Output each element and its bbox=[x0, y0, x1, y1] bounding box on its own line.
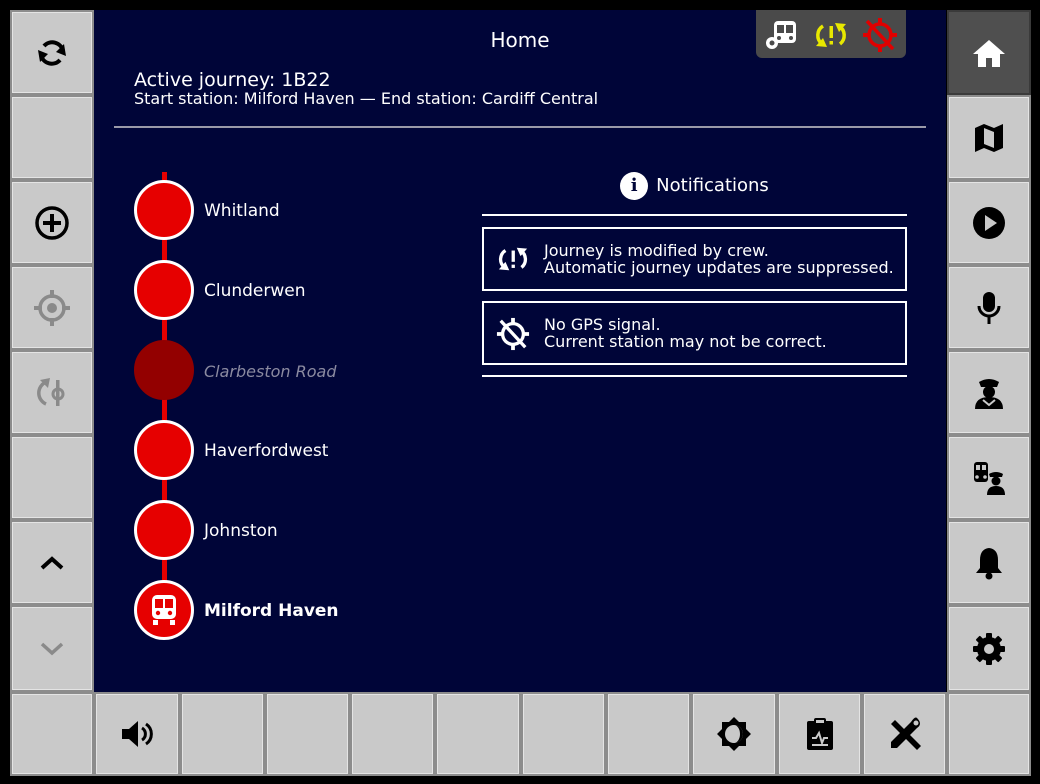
tools-icon bbox=[890, 717, 921, 750]
chevron-up-icon bbox=[40, 555, 64, 569]
bell-icon bbox=[976, 547, 1002, 579]
train-staff-icon bbox=[974, 461, 1005, 495]
microphone-button[interactable] bbox=[947, 265, 1031, 350]
notification-line-2: Automatic journey updates are suppressed… bbox=[544, 258, 894, 277]
station-marker-skipped[interactable] bbox=[134, 340, 194, 400]
station-marker[interactable] bbox=[134, 500, 194, 560]
no-gps-icon bbox=[496, 317, 530, 351]
checklist-button[interactable] bbox=[777, 692, 862, 776]
bottom-empty-button-4 bbox=[435, 692, 521, 776]
station-marker[interactable] bbox=[134, 180, 194, 240]
add-circle-icon bbox=[35, 205, 69, 240]
train-icon bbox=[152, 595, 176, 625]
bottom-empty-button-3 bbox=[350, 692, 435, 776]
map-icon bbox=[975, 123, 1003, 152]
bottom-empty-button-left bbox=[10, 692, 94, 776]
chevron-down-icon bbox=[40, 642, 64, 655]
gps-locate-button[interactable] bbox=[10, 265, 94, 350]
route-change-button[interactable] bbox=[10, 350, 94, 435]
notifications-button[interactable] bbox=[947, 520, 1031, 605]
bottom-empty-button-6 bbox=[606, 692, 691, 776]
route-change-icon bbox=[37, 377, 65, 406]
scroll-up-button[interactable] bbox=[10, 520, 94, 605]
notification-card[interactable]: No GPS signal. Current station may not b… bbox=[482, 301, 907, 365]
gear-icon bbox=[973, 632, 1005, 665]
station-name-skipped: Clarbeston Road bbox=[204, 362, 337, 381]
notification-line-1: Journey is modified by crew. bbox=[544, 241, 769, 260]
maintenance-button[interactable] bbox=[862, 692, 947, 776]
current-station-name: Milford Haven bbox=[204, 601, 339, 621]
notifications-top-divider bbox=[482, 214, 907, 216]
left-empty-button-2 bbox=[10, 435, 94, 520]
no-gps-status-icon bbox=[863, 18, 897, 52]
notifications-title: Notifications bbox=[656, 175, 769, 196]
microphone-icon bbox=[977, 291, 1001, 324]
settings-button[interactable] bbox=[947, 605, 1031, 692]
train-staff-button[interactable] bbox=[947, 435, 1031, 520]
sync-button[interactable] bbox=[10, 10, 94, 95]
train-settings-icon bbox=[766, 21, 796, 49]
main-panel: Home Active journey: 1B22 Start station:… bbox=[94, 10, 946, 692]
journey-modified-icon bbox=[498, 247, 528, 271]
volume-button[interactable] bbox=[94, 692, 180, 776]
notification-text: No GPS signal. Current station may not b… bbox=[544, 316, 827, 350]
journey-route-label: Start station: Milford Haven — End stati… bbox=[134, 89, 599, 108]
station-name: Whitland bbox=[204, 201, 280, 221]
brightness-button[interactable] bbox=[691, 692, 777, 776]
notifications-bottom-divider bbox=[482, 375, 907, 377]
notification-text: Journey is modified by crew. Automatic j… bbox=[544, 242, 894, 276]
bottom-empty-button-5 bbox=[521, 692, 606, 776]
notification-card[interactable]: Journey is modified by crew. Automatic j… bbox=[482, 227, 907, 291]
brightness-icon bbox=[717, 717, 751, 751]
map-button[interactable] bbox=[947, 95, 1031, 180]
notifications-header: i Notifications bbox=[482, 172, 907, 200]
clipboard-check-icon bbox=[806, 718, 833, 750]
status-indicator-tray bbox=[756, 10, 906, 58]
station-name: Johnston bbox=[204, 521, 278, 541]
home-button[interactable] bbox=[947, 10, 1031, 95]
bottom-empty-button-right bbox=[947, 692, 1031, 776]
journey-modified-status-icon bbox=[816, 23, 846, 47]
scroll-down-button[interactable] bbox=[10, 605, 94, 692]
station-name: Clunderwen bbox=[204, 281, 306, 301]
info-icon: i bbox=[620, 172, 649, 200]
journey-info: Active journey: 1B22 Start station: Milf… bbox=[134, 70, 598, 108]
station-marker[interactable] bbox=[134, 260, 194, 320]
home-icon bbox=[973, 39, 1005, 67]
gps-target-icon bbox=[34, 289, 70, 326]
add-button[interactable] bbox=[10, 180, 94, 265]
notification-line-2: Current station may not be correct. bbox=[544, 332, 827, 351]
active-journey-label: Active journey: 1B22 bbox=[134, 69, 331, 91]
crew-button[interactable] bbox=[947, 350, 1031, 435]
left-empty-button-1 bbox=[10, 95, 94, 180]
header-divider bbox=[114, 126, 926, 128]
play-button[interactable] bbox=[947, 180, 1031, 265]
notification-line-1: No GPS signal. bbox=[544, 315, 661, 334]
station-name: Haverfordwest bbox=[204, 441, 329, 461]
station-marker[interactable] bbox=[134, 420, 194, 480]
bottom-empty-button-1 bbox=[180, 692, 265, 776]
crew-icon bbox=[975, 378, 1003, 409]
sync-icon bbox=[38, 39, 66, 66]
play-icon bbox=[973, 206, 1005, 239]
bottom-empty-button-2 bbox=[265, 692, 350, 776]
speaker-icon bbox=[122, 721, 153, 747]
current-station-marker[interactable] bbox=[134, 580, 194, 640]
